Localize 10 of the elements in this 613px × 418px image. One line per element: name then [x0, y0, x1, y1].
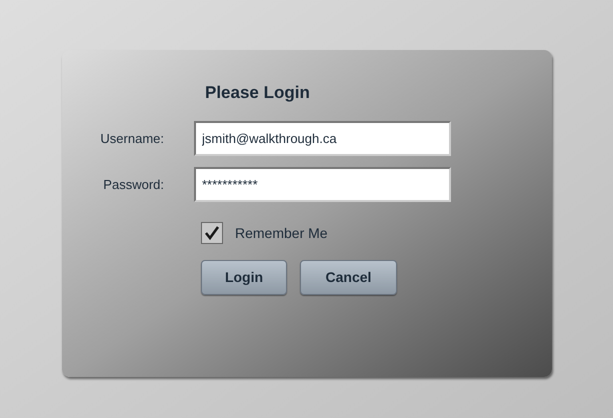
checkmark-icon [204, 225, 220, 241]
login-button[interactable]: Login [201, 260, 287, 295]
field-label: Username: [99, 130, 165, 148]
dialog-title: Please Login [205, 82, 311, 104]
remember-checkbox[interactable] [201, 222, 223, 244]
remember-label: Remember Me [235, 224, 328, 242]
cancel-button[interactable]: Cancel [300, 260, 397, 295]
password-field[interactable]: *********** [194, 167, 451, 202]
field-label: Password: [102, 176, 165, 194]
username-field[interactable]: jsmith@walkthrough.ca [194, 121, 451, 156]
